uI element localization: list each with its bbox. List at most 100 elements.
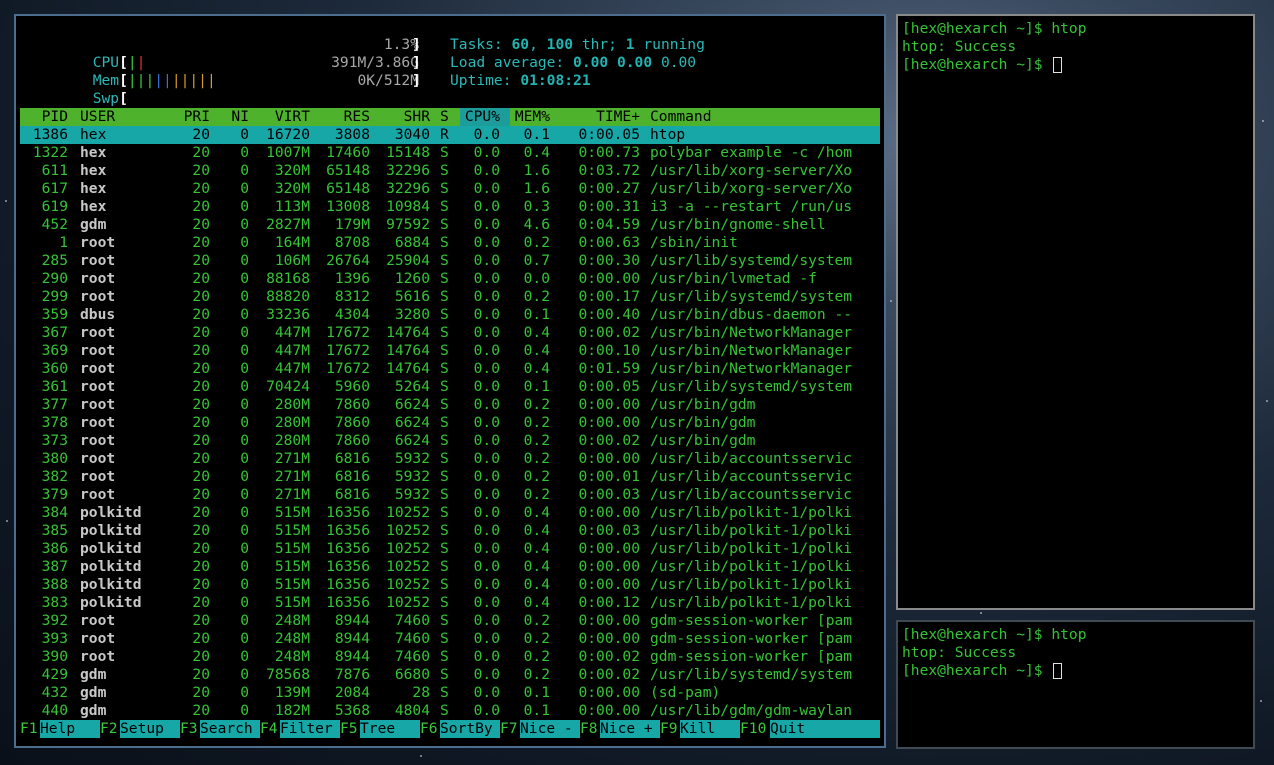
fkey-f2[interactable]: F2	[100, 720, 118, 738]
cell-user: root	[80, 612, 116, 629]
process-row[interactable]: 393 root 20 0 248M 8944 7460 S 0.0 0.2 0:00.00 gdm-…	[20, 630, 880, 648]
htop-window[interactable]: CPU[|| 1.3% ] Mem[|||||||||| 391M/3.86G …	[14, 14, 886, 748]
fkey-label-f4[interactable]: Filter	[280, 720, 340, 738]
process-row[interactable]: 382 root 20 0 271M 6816 5932 S 0.0 0.2 0:00.01/usr…	[20, 468, 880, 486]
process-row[interactable]: 617 hex 20 0 320M 65148 32296 S 0.0 1.6 0:00.27/us…	[20, 180, 880, 198]
column-header-res[interactable]: RES	[310, 108, 370, 126]
terminal-bottom[interactable]: [hex@hexarch ~]$ htop htop: Success [hex…	[896, 620, 1255, 749]
fkey-f7[interactable]: F7	[500, 720, 518, 738]
column-header-mem[interactable]: MEM%	[510, 108, 550, 126]
process-row[interactable]: 285 root 20 0 106M 26764 25904 S 0.0 0.7 0:00.30/u…	[20, 252, 880, 270]
cell-shr: 14764	[386, 342, 430, 359]
fkey-label-f8[interactable]: Nice +	[600, 720, 660, 738]
column-header-command[interactable]: Command	[650, 108, 880, 126]
cell-mem: 0.4	[523, 324, 550, 341]
cell-virt: 113M	[274, 198, 310, 215]
process-row[interactable]: 360 root 20 0 447M 17672 14764 S 0.0 0.4 0:01.59/u…	[20, 360, 880, 378]
process-row[interactable]: 385 polkitd 20 0 515M 16356 10252 S 0.0 0.4 0:00.0…	[20, 522, 880, 540]
process-row[interactable]: 452 gdm 20 0 2827M 179M 97592 S 0.0 4.6 0:04.59/us…	[20, 216, 880, 234]
cell-cpu: 0.0	[473, 126, 500, 143]
column-header-pid[interactable]: PID	[20, 108, 68, 126]
fkey-f8[interactable]: F8	[580, 720, 598, 738]
fkey-f4[interactable]: F4	[260, 720, 278, 738]
fkey-label-f5[interactable]: Tree	[360, 720, 420, 738]
column-header-state[interactable]: S	[440, 108, 452, 126]
fkey-f5[interactable]: F5	[340, 720, 358, 738]
process-row[interactable]: 1322 hex 20 0 1007M 17460 15148 S 0.0 0.4 0:00.73 p…	[20, 144, 880, 162]
column-header-virt[interactable]: VIRT	[250, 108, 310, 126]
fkey-f1[interactable]: F1	[20, 720, 38, 738]
column-header-shr[interactable]: SHR	[370, 108, 430, 126]
process-row[interactable]: 361 root 20 0 70424 5960 5264 S 0.0 0.1 0:00.05/us…	[20, 378, 880, 396]
cell-res: 17672	[326, 360, 370, 377]
fkey-f9[interactable]: F9	[660, 720, 678, 738]
cell-res: 13008	[326, 198, 370, 215]
process-row[interactable]: 380 root 20 0 271M 6816 5932 S 0.0 0.2 0:00.00/usr…	[20, 450, 880, 468]
cell-pid: 359	[41, 306, 68, 323]
process-row[interactable]: 377 root 20 0 280M 7860 6624 S 0.0 0.2 0:00.00/usr…	[20, 396, 880, 414]
fkey-label-f2[interactable]: Setup	[120, 720, 180, 738]
process-row[interactable]: 378 root 20 0 280M 7860 6624 S 0.0 0.2 0:00.00/usr…	[20, 414, 880, 432]
cell-virt: 271M	[274, 468, 310, 485]
column-header-bar[interactable]: PID USER PRI NI VIRT RES SHR S CPU% MEM% TIME+ Comm…	[20, 108, 880, 126]
process-row[interactable]: 387 polkitd 20 0 515M 16356 10252 S 0.0 0.4 0:00.0…	[20, 558, 880, 576]
process-row[interactable]: 299 root 20 0 88820 8312 5616 S 0.0 0.2 0:00.17/us…	[20, 288, 880, 306]
cell-command: i3 -a --restart /run/us	[650, 198, 853, 215]
cell-time: 0:00.03	[578, 522, 640, 539]
cell-pri: 20	[192, 540, 210, 557]
terminal-prompt-line[interactable]: [hex@hexarch ~]$	[902, 662, 1063, 680]
cell-res: 179M	[334, 216, 370, 233]
process-row[interactable]: 611 hex 20 0 320M 65148 32296 S 0.0 1.6 0:03.72/us…	[20, 162, 880, 180]
cell-user: gdm	[80, 666, 107, 683]
fkey-f3[interactable]: F3	[180, 720, 198, 738]
fkey-f6[interactable]: F6	[420, 720, 438, 738]
column-header-user[interactable]: USER	[80, 108, 170, 126]
process-row[interactable]: 440 gdm 20 0 182M 5368 4804 S 0.0 0.1 0:00.00/usr/…	[20, 702, 880, 720]
process-row[interactable]: 388 polkitd 20 0 515M 16356 10252 S 0.0 0.4 0:00.0…	[20, 576, 880, 594]
cell-virt: 139M	[274, 684, 310, 701]
cell-command: /usr/lib/accountsservic	[650, 468, 853, 485]
process-row[interactable]: 432 gdm 20 0 139M 2084 28 S 0.0 0.1 0:00.00 (sd-pam…	[20, 684, 880, 702]
column-header-pri[interactable]: PRI	[170, 108, 210, 126]
function-key-bar[interactable]: F1 Help F2 Setup F3 Search F4 Filter F5 Tree F6…	[20, 720, 880, 738]
cell-command: /usr/bin/NetworkManager	[650, 324, 853, 341]
cell-pri: 20	[192, 486, 210, 503]
process-row[interactable]: 369 root 20 0 447M 17672 14764 S 0.0 0.4 0:00.10/u…	[20, 342, 880, 360]
column-header-ni[interactable]: NI	[220, 108, 249, 126]
cell-command: /usr/lib/polkit-1/polki	[650, 522, 853, 539]
process-row[interactable]: 619 hex 20 0 113M 13008 10984 S 0.0 0.3 0:00.31 i3 …	[20, 198, 880, 216]
cell-pid: 1386	[32, 126, 68, 143]
cell-cpu: 0.0	[473, 522, 500, 539]
process-row[interactable]: 373 root 20 0 280M 7860 6624 S 0.0 0.2 0:00.02/usr…	[20, 432, 880, 450]
cell-virt: 447M	[274, 342, 310, 359]
fkey-f10[interactable]: F10	[740, 720, 767, 738]
process-row[interactable]: 290 root 20 0 88168 1396 1260 S 0.0 0.0 0:00.00/us…	[20, 270, 880, 288]
process-row[interactable]: 1 root 20 0 164M 8708 6884 S 0.0 0.2 0:00.63/sbin/…	[20, 234, 880, 252]
fkey-label-f9[interactable]: Kill	[680, 720, 740, 738]
process-row[interactable]: 383 polkitd 20 0 515M 16356 10252 S 0.0 0.4 0:00.1…	[20, 594, 880, 612]
fkey-label-f1[interactable]: Help	[40, 720, 100, 738]
process-row[interactable]: 379 root 20 0 271M 6816 5932 S 0.0 0.2 0:00.03/usr…	[20, 486, 880, 504]
process-row[interactable]: 386 polkitd 20 0 515M 16356 10252 S 0.0 0.4 0:00.0…	[20, 540, 880, 558]
column-header-cpu[interactable]: CPU%	[460, 108, 500, 126]
process-row[interactable]: 384 polkitd 20 0 515M 16356 10252 S 0.0 0.4 0:00.0…	[20, 504, 880, 522]
cell-command: /usr/lib/polkit-1/polki	[650, 576, 853, 593]
process-row[interactable]: 367 root 20 0 447M 17672 14764 S 0.0 0.4 0:00.02/u…	[20, 324, 880, 342]
column-header-time[interactable]: TIME+	[560, 108, 640, 126]
process-row[interactable]: 390 root 20 0 248M 8944 7460 S 0.0 0.2 0:00.02 gdm-…	[20, 648, 880, 666]
cell-pid: 386	[41, 540, 68, 557]
cell-cpu: 0.0	[473, 486, 500, 503]
process-row[interactable]: 429 gdm 20 0 78568 7876 6680 S 0.0 0.2 0:00.02/usr…	[20, 666, 880, 684]
fkey-label-f7[interactable]: Nice -	[520, 720, 580, 738]
fkey-label-f3[interactable]: Search	[200, 720, 260, 738]
cell-state: S	[440, 504, 449, 521]
process-row[interactable]: 1386 hex 20 0 16720 3808 3040 R 0.0 0.1 0:00.05 hto…	[20, 126, 880, 144]
fkey-label-f6[interactable]: SortBy	[440, 720, 500, 738]
fkey-label-f10[interactable]: Quit	[770, 720, 880, 738]
cell-time: 0:00.17	[578, 288, 640, 305]
terminal-top[interactable]: [hex@hexarch ~]$ htop htop: Success [hex…	[896, 14, 1255, 610]
process-row[interactable]: 392 root 20 0 248M 8944 7460 S 0.0 0.2 0:00.00 gdm-…	[20, 612, 880, 630]
terminal-prompt-line[interactable]: [hex@hexarch ~]$	[902, 56, 1063, 74]
cell-cpu: 0.0	[473, 324, 500, 341]
process-row[interactable]: 359 dbus 20 0 33236 4304 3280 S 0.0 0.1 0:00.40/us…	[20, 306, 880, 324]
